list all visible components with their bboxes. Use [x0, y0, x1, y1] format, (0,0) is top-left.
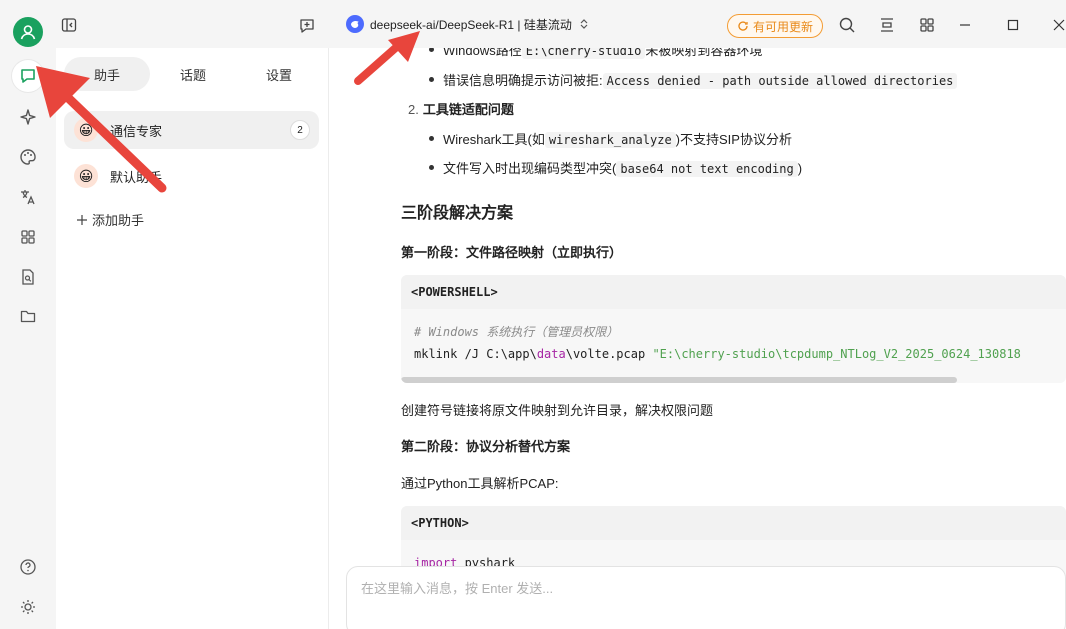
numbered-item: 2. 工具链适配问题 [408, 102, 514, 117]
folder-icon [20, 310, 36, 323]
close-button[interactable] [1050, 16, 1066, 34]
sidebar-toggle-icon [61, 18, 77, 32]
update-label: 有可用更新 [752, 19, 813, 34]
message-input[interactable] [361, 581, 961, 596]
grid-icon [920, 18, 934, 32]
message-input-box [346, 566, 1066, 629]
code-scrollbar[interactable] [401, 377, 957, 383]
maximize-icon [1007, 19, 1019, 31]
document-search-icon [22, 269, 34, 285]
code-block[interactable]: <POWERSHELL> # Windows 系统执行（管理员权限） mklin… [401, 275, 1066, 383]
layout-icon [881, 18, 893, 32]
minimize-button[interactable] [956, 16, 974, 34]
code-language-label: <PYTHON> [401, 506, 1066, 540]
grid-icon [21, 230, 35, 244]
chat-messages[interactable]: Windows路径 E:\cherry-studio 未被映射到容器环境 错误信息明… [330, 48, 1066, 629]
code-language-label: <POWERSHELL> [401, 275, 1066, 309]
top-bar: deepseek-ai/DeepSeek-R1 | 硅基流动 有可用更新 [56, 0, 1066, 48]
phase-heading: 第一阶段：文件路径映射（立即执行） [401, 245, 623, 260]
annotation-arrow-icon [354, 31, 420, 85]
list-item: Windows路径 E:\cherry-studio 未被映射到容器环境 [428, 48, 762, 59]
maximize-button[interactable] [1004, 16, 1022, 34]
list-item: 错误信息明确提示访问被拒: Access denied - path outsid… [428, 70, 958, 89]
minapps-button[interactable] [918, 16, 936, 34]
paragraph: 通过Python工具解析PCAP: [401, 476, 559, 491]
section-heading: 三阶段解决方案 [401, 205, 514, 222]
close-icon [1053, 19, 1065, 31]
sun-icon [21, 600, 35, 614]
help-button[interactable] [12, 551, 44, 583]
apps-nav-button[interactable] [12, 221, 44, 253]
chevron-updown-icon [580, 19, 588, 29]
plus-icon [77, 214, 87, 225]
user-icon [20, 25, 36, 40]
code-content: # Windows 系统执行（管理员权限） mklink /J C:\app\d… [414, 325, 1021, 361]
refresh-icon [738, 21, 748, 31]
add-assistant-label: 添加助手 [92, 213, 145, 228]
add-assistant-button[interactable]: 添加助手 [76, 210, 144, 229]
help-icon [20, 559, 36, 575]
search-button[interactable] [838, 16, 856, 34]
files-nav-button[interactable] [12, 300, 44, 332]
theme-toggle-button[interactable] [12, 591, 44, 623]
tab-settings[interactable]: 设置 [236, 57, 322, 91]
knowledge-nav-button[interactable] [12, 261, 44, 293]
new-topic-button[interactable] [298, 17, 316, 38]
search-icon [839, 17, 855, 33]
minimize-icon [960, 24, 970, 26]
topic-count-badge: 2 [290, 120, 310, 140]
layout-button[interactable] [878, 16, 896, 34]
new-topic-icon [300, 19, 314, 33]
toggle-sidebar-button[interactable] [60, 16, 78, 37]
user-avatar[interactable] [13, 17, 43, 47]
paragraph: 创建符号链接将原文件映射到允许目录，解决权限问题 [401, 403, 714, 418]
list-item: Wireshark工具(如 wireshark_analyze)不支持SIP协议分… [429, 129, 792, 148]
phase-heading: 第二阶段：协议分析替代方案 [401, 439, 571, 454]
list-item: 文件写入时出现编码类型冲突(base64 not text encoding) [428, 158, 802, 177]
annotation-arrow-icon [36, 66, 167, 193]
update-available-button[interactable]: 有可用更新 [727, 14, 823, 38]
